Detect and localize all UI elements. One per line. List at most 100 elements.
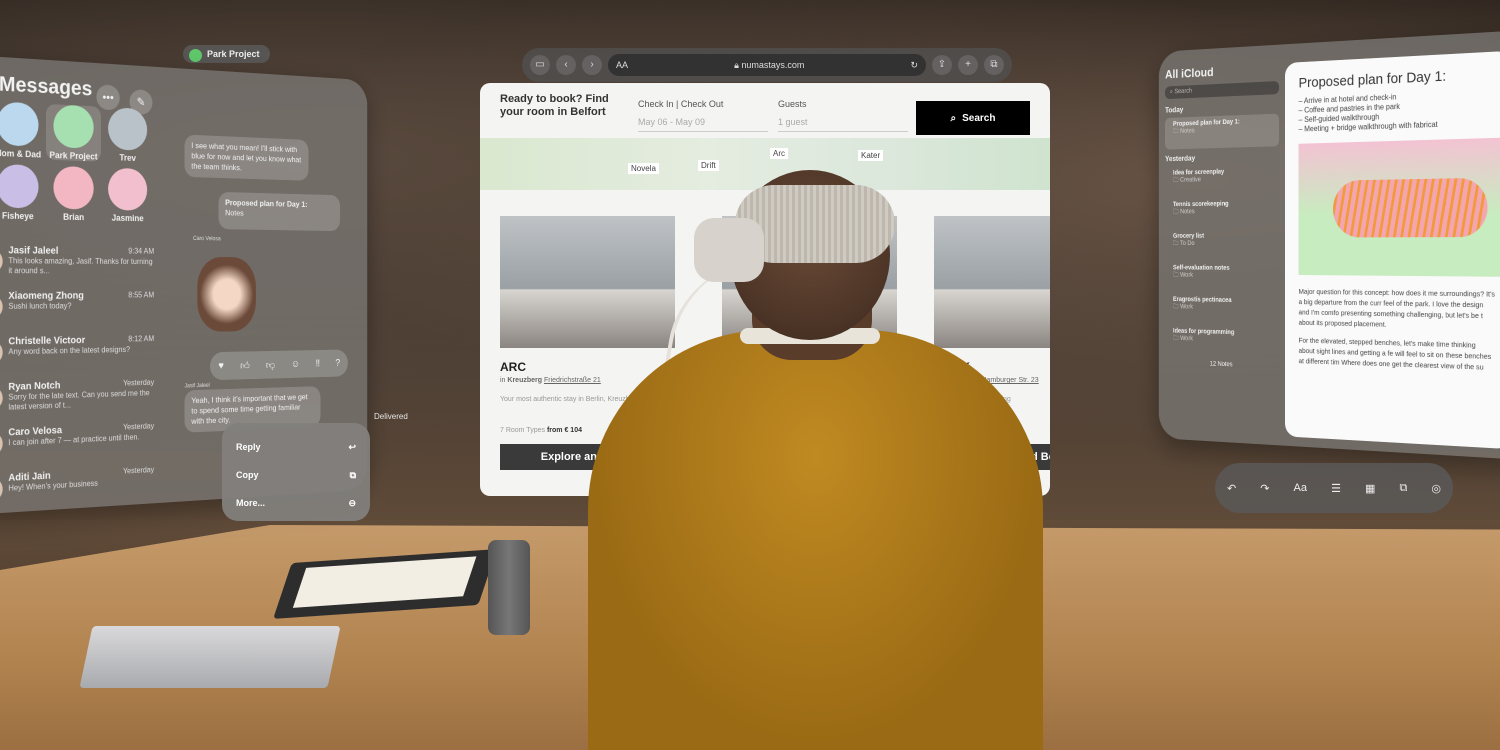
notes-window: All iCloud ⌕ Search Today Proposed plan … [1159, 30, 1500, 460]
note-item[interactable]: Ideas for programming 🗀︎ Work [1165, 324, 1279, 359]
reload-icon[interactable]: ↻ [910, 60, 918, 71]
delivered-status: Delivered [374, 412, 408, 421]
context-menu: Reply ↩ Copy ⧉ More... ⊖ [222, 423, 370, 521]
context-menu-item[interactable]: Copy ⧉ [236, 461, 356, 489]
map-marker[interactable]: Arc [770, 148, 788, 159]
person-body [588, 330, 1043, 750]
headset [694, 218, 764, 282]
guests-field[interactable]: Guests 1 guest [778, 99, 908, 132]
avatar [0, 249, 3, 273]
note-item[interactable]: Grocery list 🗀︎ To Do [1165, 229, 1279, 262]
thumbs-up-icon[interactable]: 👍︎ [240, 359, 250, 371]
section-today: Today [1165, 101, 1279, 114]
messages-title: Messages [0, 73, 92, 102]
forward-icon[interactable]: › [582, 55, 602, 75]
address-link[interactable]: Friedrichstraße 21 [544, 377, 601, 384]
pinned-conversation[interactable]: Trev [101, 107, 154, 164]
format-icon[interactable]: Aa [1294, 482, 1307, 494]
browser-toolbar: ▭ ‹ › AA 🔒︎ numastays.com ↻ ⇪ + ⧉ [522, 48, 1012, 82]
group-tag[interactable]: Park Project [183, 45, 270, 63]
notes-search[interactable]: ⌕ Search [1165, 81, 1279, 99]
avatar [0, 164, 39, 209]
booking-headline: Ready to book? Find your room in Belfort [500, 93, 620, 119]
table-icon[interactable]: ▦ [1365, 482, 1375, 495]
context-menu-item[interactable]: Reply ↩ [236, 433, 356, 461]
menu-icon: ↩ [348, 442, 356, 453]
folder-icon: 🗀︎ [1173, 240, 1180, 246]
redo-icon[interactable]: ↷ [1260, 482, 1269, 495]
context-menu-item[interactable]: More... ⊖ [236, 489, 356, 517]
sender-name: Jasif Jaleel [184, 383, 209, 389]
new-tab-icon[interactable]: + [958, 55, 978, 75]
date-field[interactable]: Check In | Check Out May 06 - May 09 [638, 99, 768, 132]
markup-icon[interactable]: ◎ [1431, 482, 1441, 495]
note-item[interactable]: Idea for screenplay 🗀︎ Creative [1165, 164, 1279, 198]
shared-note-bubble[interactable]: Proposed plan for Day 1: Notes [218, 192, 340, 231]
note-item[interactable]: Eragrostis pectinacea 🗀︎ Work [1165, 293, 1279, 327]
note-editor[interactable]: Proposed plan for Day 1: Arrive in at ho… [1285, 51, 1500, 449]
pinned-conversation[interactable]: Jasmine [101, 167, 154, 223]
avatar [53, 166, 93, 210]
avatar [0, 340, 3, 364]
folder-icon: 🗀︎ [1173, 304, 1180, 310]
address-bar[interactable]: AA 🔒︎ numastays.com ↻ [608, 54, 926, 76]
pinned-conversation[interactable]: Park Project [46, 104, 101, 162]
conversation-item[interactable]: 8:55 AM Xiaomeng Zhong Sushi lunch today? [0, 291, 154, 337]
checklist-icon[interactable]: ☰ [1331, 482, 1341, 495]
pinned-conversation[interactable]: Fisheye [0, 164, 46, 222]
hotel-photo [934, 216, 1050, 348]
undo-icon[interactable]: ↶ [1227, 482, 1236, 495]
search-button[interactable]: ⌕ Search [916, 101, 1030, 135]
menu-icon: ⊖ [348, 498, 356, 509]
note-item[interactable]: Self-evaluation notes 🗀︎ Work [1165, 261, 1279, 294]
tabs-icon[interactable]: ⧉ [984, 55, 1004, 75]
map-marker[interactable]: Kater [858, 150, 883, 161]
memoji-sticker [197, 257, 256, 332]
haha-icon[interactable]: ☺ [291, 359, 300, 370]
map-marker[interactable]: Drift [698, 160, 719, 171]
map-marker[interactable]: Novela [628, 163, 659, 174]
map[interactable]: Novela Drift Arc Kater [480, 138, 1050, 190]
exclamation-icon[interactable]: ‼ [316, 358, 320, 369]
thumbs-down-icon[interactable]: 👎︎ [266, 359, 275, 371]
folder-title: All iCloud [1165, 61, 1279, 81]
avatar [108, 107, 147, 151]
sidebar-icon[interactable]: ▭ [530, 55, 550, 75]
folder-icon: 🗀︎ [1173, 177, 1180, 183]
pinned-conversations: Mom & Dad Park Project Trev Fisheye Brian Jas… [0, 101, 154, 223]
conversation-list: 9:34 AM Jasif Jaleel This looks amazing, J… [0, 245, 154, 520]
hotel-photo [500, 216, 675, 348]
avatar [0, 295, 3, 319]
folder-icon: 🗀︎ [1173, 272, 1180, 278]
conversation-item[interactable]: 9:34 AM Jasif Jaleel This looks amazing, J… [0, 245, 154, 291]
search-icon: ⌕ [951, 113, 957, 124]
question-icon[interactable]: ? [335, 358, 340, 369]
avatar [0, 386, 3, 411]
note-item[interactable]: Tennis scorekeeping 🗀︎ Notes [1165, 197, 1279, 230]
note-title: Proposed plan for Day 1: [1299, 65, 1496, 91]
pinned-conversation[interactable]: Mom & Dad [0, 101, 46, 160]
folder-icon: 🗀︎ [1173, 335, 1180, 342]
attachment-icon[interactable]: ⧉ [1399, 482, 1407, 495]
avatar [0, 477, 3, 502]
section-yesterday: Yesterday [1165, 152, 1279, 163]
lock-icon: 🔒︎ [734, 60, 739, 70]
share-icon[interactable]: ⇪ [932, 55, 952, 75]
back-icon[interactable]: ‹ [556, 55, 576, 75]
heart-icon[interactable]: ♥ [218, 360, 223, 371]
notes-toolbar: ↶ ↷ Aa ☰ ▦ ⧉ ◎ [1215, 463, 1453, 513]
conversation-item[interactable]: Yesterday Ryan Notch Sorry for the late te… [0, 378, 154, 429]
laptop [79, 626, 340, 688]
conversation-item[interactable]: 8:12 AM Christelle Victoor Any word back o… [0, 334, 154, 382]
sender-name: Caro Velosa [193, 236, 221, 242]
note-paragraph: Major question for this concept: how doe… [1299, 286, 1496, 332]
note-item[interactable]: Proposed plan for Day 1: 🗀︎ Notes [1165, 114, 1279, 150]
pinned-conversation[interactable]: Brian [46, 166, 101, 223]
avatar [0, 101, 39, 146]
reader-button[interactable]: AA [616, 60, 628, 70]
tapback-bar: ♥ 👍︎ 👎︎ ☺ ‼? [210, 349, 348, 380]
bottle [488, 540, 530, 635]
folder-icon: 🗀︎ [1173, 209, 1180, 215]
message-bubble: I see what you mean! I'll stick with blu… [184, 135, 308, 181]
avatar [0, 432, 3, 457]
